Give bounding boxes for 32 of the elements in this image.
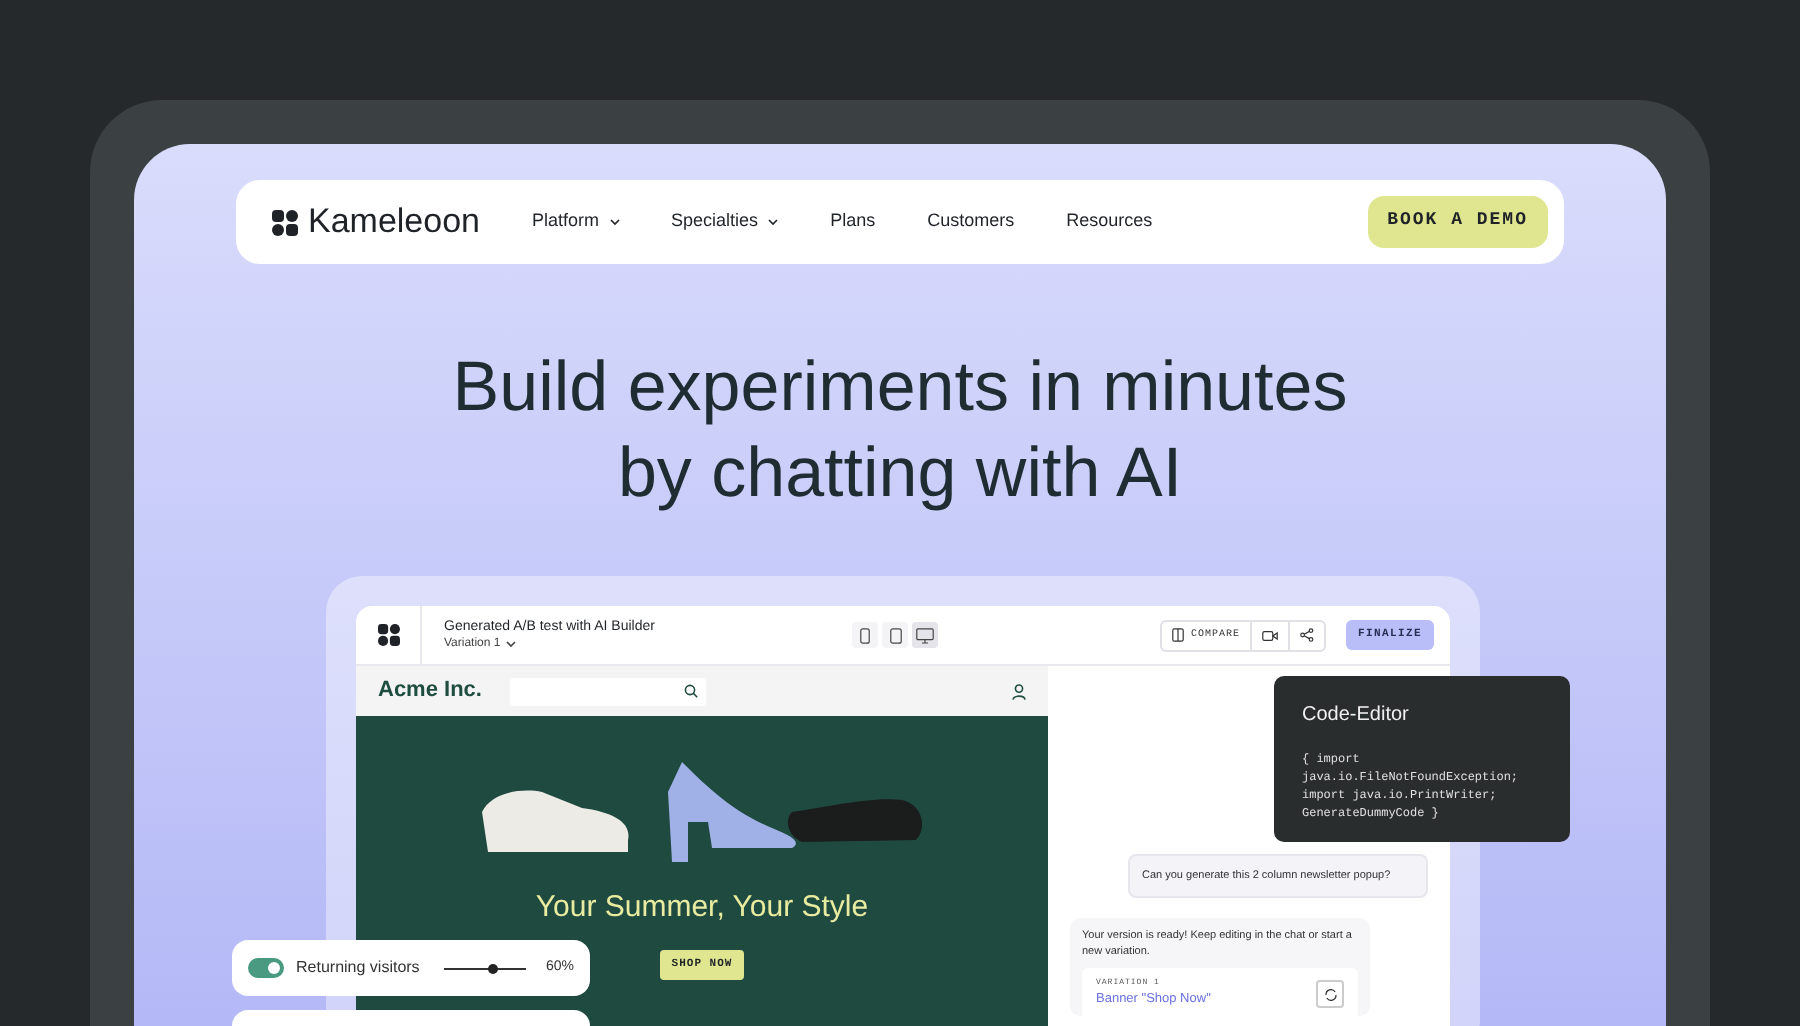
chevron-down-icon bbox=[506, 640, 517, 648]
nav-link[interactable]: Platform bbox=[532, 208, 620, 236]
search-icon bbox=[683, 684, 698, 698]
toggle-switch[interactable] bbox=[248, 958, 284, 978]
phone-icon bbox=[860, 627, 870, 643]
nav-link[interactable]: Customers bbox=[927, 208, 1015, 236]
logo-icon bbox=[272, 209, 298, 235]
headline-line: by chatting with AI bbox=[617, 432, 1183, 516]
refresh-icon bbox=[1323, 987, 1337, 1002]
nav-link[interactable]: Plans bbox=[830, 208, 876, 236]
site-brand[interactable]: Acme Inc. bbox=[378, 674, 482, 708]
app-logo-icon bbox=[377, 624, 399, 646]
mobile-view-button[interactable] bbox=[852, 622, 878, 648]
nav-link[interactable]: Resources bbox=[1066, 208, 1153, 236]
site-search-field[interactable] bbox=[509, 677, 706, 705]
compare-icon bbox=[1172, 628, 1185, 642]
banner-title: Your Summer, Your Style bbox=[535, 888, 869, 928]
video-camera-icon bbox=[1261, 629, 1278, 641]
tablet-view-button[interactable] bbox=[882, 622, 908, 648]
audience-label: Returning visitors bbox=[296, 956, 420, 980]
refresh-button[interactable] bbox=[1316, 980, 1344, 1009]
monitor-icon bbox=[916, 627, 934, 643]
share-icon bbox=[1299, 628, 1314, 642]
tablet-icon bbox=[889, 627, 901, 643]
brand-logo[interactable]: Kameleoon bbox=[308, 196, 481, 248]
code-editor-title: Code-Editor bbox=[1302, 702, 1411, 730]
nav-link[interactable]: Specialties bbox=[671, 208, 779, 236]
book-demo-button[interactable]: BOOK A DEMO bbox=[1367, 196, 1548, 248]
slider-thumb[interactable] bbox=[488, 963, 499, 973]
headline-line: Build experiments in minutes bbox=[452, 346, 1348, 430]
user-icon[interactable] bbox=[1012, 683, 1026, 699]
desktop-view-button[interactable] bbox=[912, 622, 938, 648]
